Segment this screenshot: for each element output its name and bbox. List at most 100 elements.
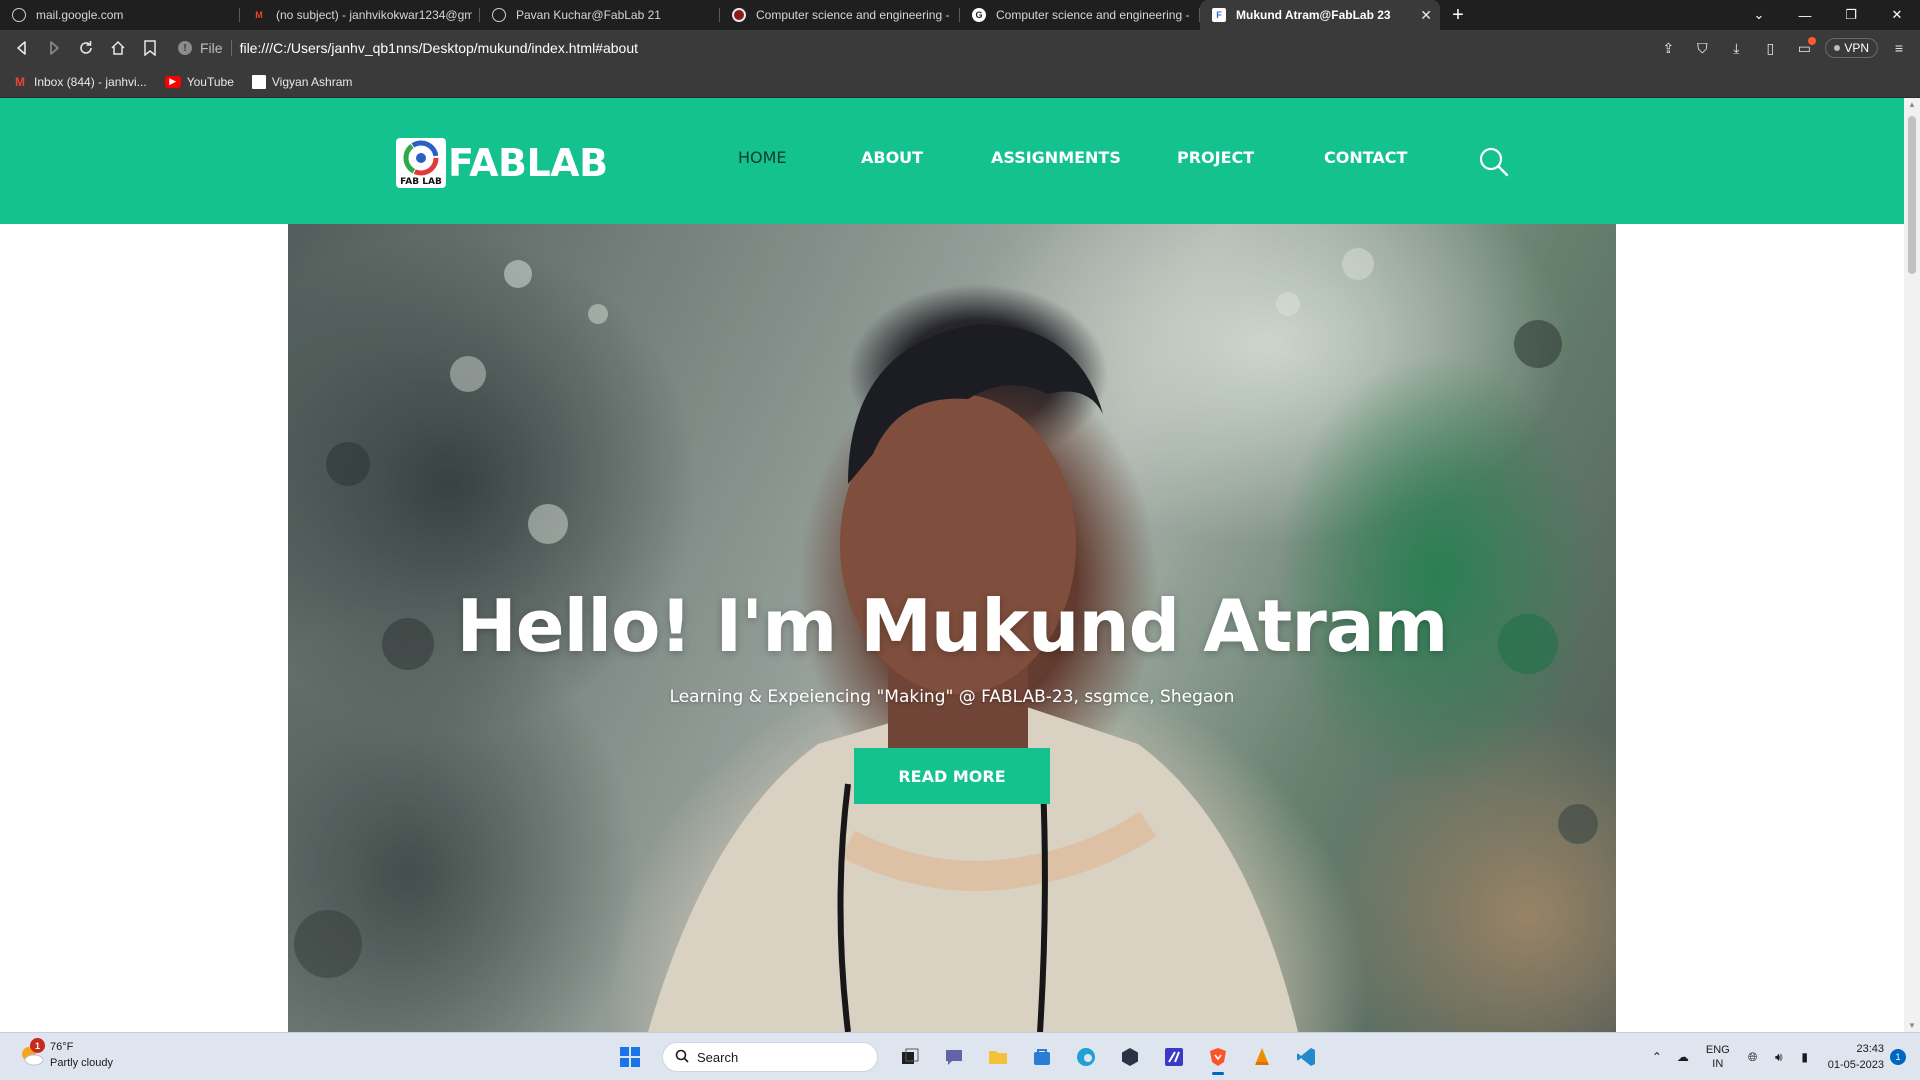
bookmark-youtube[interactable]: ▶ YouTube — [164, 74, 234, 89]
restore-icon[interactable]: ❐ — [1828, 0, 1874, 30]
toolbar-actions: ⇪ ⛉ ⤓ ▯ ▭ VPN ≡ — [1655, 30, 1912, 66]
partly-cloudy-icon: 1 — [18, 1038, 46, 1069]
tab-title: mail.google.com — [36, 8, 124, 22]
scroll-down-icon[interactable]: ▼ — [1904, 1021, 1920, 1030]
vscode-icon[interactable] — [1288, 1039, 1324, 1075]
bookmark-icon[interactable] — [134, 32, 166, 64]
windows-start-icon[interactable] — [612, 1039, 648, 1075]
menu-icon[interactable]: ≡ — [1886, 35, 1912, 61]
file-explorer-icon[interactable] — [980, 1039, 1016, 1075]
fablab-icon: F — [1212, 8, 1226, 22]
wallet-icon[interactable]: ▭ — [1791, 35, 1817, 61]
app-cube-icon[interactable] — [1112, 1039, 1148, 1075]
forward-icon[interactable] — [38, 32, 70, 64]
search-icon[interactable] — [1478, 146, 1510, 178]
bookmarks-bar: M Inbox (844) - janhvi... ▶ YouTube Vigy… — [0, 66, 1920, 98]
search-placeholder: Search — [697, 1049, 739, 1065]
youtube-icon: ▶ — [164, 75, 181, 88]
hero-banner: Hello! I'm Mukund Atram Learning & Expei… — [288, 224, 1616, 1032]
tab-title: Computer science and engineering - C — [996, 8, 1192, 22]
tab-gmail-no-subject[interactable]: M (no subject) - janhvikokwar1234@gm — [240, 0, 480, 30]
network-icon[interactable]: 🌐︎ — [1740, 1050, 1766, 1065]
bookmark-vigyan-ashram[interactable]: Vigyan Ashram — [251, 74, 353, 89]
bookmark-label: Vigyan Ashram — [271, 74, 353, 89]
gmail-icon: M — [255, 10, 263, 20]
weather-badge: 1 — [30, 1038, 45, 1053]
new-tab-button[interactable]: + — [1440, 0, 1476, 30]
weather-widget[interactable]: 1 76°F Partly cloudy — [18, 1038, 113, 1071]
tab-title: Pavan Kuchar@FabLab 21 — [516, 8, 661, 22]
sidebar-icon[interactable]: ▯ — [1757, 35, 1783, 61]
tab-title: Computer science and engineering - E — [756, 8, 952, 22]
tab-list-chevron-icon[interactable]: ⌄ — [1736, 0, 1782, 30]
scroll-up-icon[interactable]: ▲ — [1904, 100, 1920, 109]
nav-project[interactable]: PROJECT — [1177, 148, 1254, 167]
teams-chat-icon[interactable] — [936, 1039, 972, 1075]
taskbar-apps: Search — [612, 1037, 1324, 1077]
lang-code: ENG — [1705, 1044, 1730, 1056]
reload-icon[interactable] — [70, 32, 102, 64]
site-logo[interactable]: FAB LAB FABLAB — [396, 138, 608, 188]
scrollbar-thumb[interactable] — [1908, 116, 1916, 274]
globe-icon — [492, 8, 506, 22]
task-view-icon[interactable] — [892, 1039, 928, 1075]
vpn-button[interactable]: VPN — [1825, 38, 1878, 58]
download-icon[interactable]: ⤓ — [1723, 35, 1749, 61]
chevron-up-icon[interactable]: ⌃ — [1644, 1050, 1670, 1064]
tab-computer-science-2[interactable]: G Computer science and engineering - C — [960, 0, 1200, 30]
minimize-icon[interactable]: — — [1782, 0, 1828, 30]
tab-title: Mukund Atram@FabLab 23 — [1236, 8, 1391, 22]
tab-title: (no subject) - janhvikokwar1234@gm — [276, 8, 472, 22]
fablab-logo-icon: FAB LAB — [396, 138, 446, 188]
google-icon: G — [972, 8, 986, 22]
taskbar: 1 76°F Partly cloudy Search ⌃ ☁ ENG IN 🌐… — [0, 1032, 1920, 1080]
weather-temp: 76°F — [50, 1041, 74, 1053]
battery-icon[interactable]: ▮ — [1792, 1050, 1818, 1064]
nav-assignments[interactable]: ASSIGNMENTS — [991, 148, 1121, 167]
close-window-icon[interactable]: ✕ — [1874, 0, 1920, 30]
volume-icon[interactable]: 🔊︎ — [1766, 1050, 1792, 1065]
page-scrollbar[interactable]: ▲ ▼ — [1904, 98, 1920, 1032]
read-more-button[interactable]: READ MORE — [854, 748, 1050, 804]
bookmark-inbox[interactable]: M Inbox (844) - janhvi... — [12, 75, 147, 89]
back-icon[interactable] — [6, 32, 38, 64]
college-icon — [732, 8, 746, 22]
mathcad-icon[interactable] — [1156, 1039, 1192, 1075]
hero-subtitle: Learning & Expeiencing "Making" @ FABLAB… — [669, 687, 1235, 707]
globe-icon — [12, 8, 26, 22]
notification-badge[interactable]: 1 — [1890, 1049, 1906, 1065]
tab-computer-science-1[interactable]: Computer science and engineering - E — [720, 0, 960, 30]
page-icon — [251, 74, 266, 89]
microsoft-store-icon[interactable] — [1024, 1039, 1060, 1075]
language-indicator[interactable]: ENG IN — [1706, 1043, 1730, 1071]
bookmark-label: YouTube — [186, 74, 234, 89]
page-viewport: FAB LAB FABLAB HOME ABOUT ASSIGNMENTS PR… — [0, 98, 1904, 1032]
edge-icon[interactable] — [1068, 1039, 1104, 1075]
tab-pavan-kuchar[interactable]: Pavan Kuchar@FabLab 21 — [480, 0, 720, 30]
wallet-dot-icon — [1808, 37, 1817, 45]
weather-condition: Partly cloudy — [50, 1057, 113, 1069]
tab-mail-google[interactable]: mail.google.com — [0, 0, 240, 30]
clock[interactable]: 23:43 01-05-2023 — [1828, 1041, 1884, 1073]
nav-contact[interactable]: CONTACT — [1324, 148, 1407, 167]
site-header: FAB LAB FABLAB HOME ABOUT ASSIGNMENTS PR… — [0, 98, 1904, 224]
shield-icon[interactable]: ⛉ — [1689, 35, 1715, 61]
logo-text: FABLAB — [448, 141, 608, 185]
nav-home[interactable]: HOME — [738, 148, 787, 167]
address-bar[interactable]: ! File file:///C:/Users/janhv_qb1nns/Des… — [178, 34, 1608, 62]
nav-about[interactable]: ABOUT — [861, 148, 923, 167]
close-tab-icon[interactable]: ✕ — [1420, 7, 1432, 24]
tab-mukund-atram[interactable]: F Mukund Atram@FabLab 23 ✕ — [1200, 0, 1440, 30]
vlc-icon[interactable] — [1244, 1039, 1280, 1075]
browser-toolbar: ! File file:///C:/Users/janhv_qb1nns/Des… — [0, 30, 1920, 66]
url-text[interactable]: file:///C:/Users/janhv_qb1nns/Desktop/mu… — [240, 40, 638, 56]
clock-date: 01-05-2023 — [1827, 1059, 1884, 1071]
home-icon[interactable] — [102, 32, 134, 64]
info-icon[interactable]: ! — [178, 41, 192, 55]
onedrive-icon[interactable]: ☁ — [1670, 1050, 1696, 1064]
browser-tab-bar: mail.google.com M (no subject) - janhvik… — [0, 0, 1920, 30]
brave-browser-icon[interactable] — [1200, 1039, 1236, 1075]
taskbar-search-input[interactable]: Search — [662, 1042, 878, 1072]
share-icon[interactable]: ⇪ — [1655, 35, 1681, 61]
lang-region: IN — [1712, 1058, 1724, 1070]
